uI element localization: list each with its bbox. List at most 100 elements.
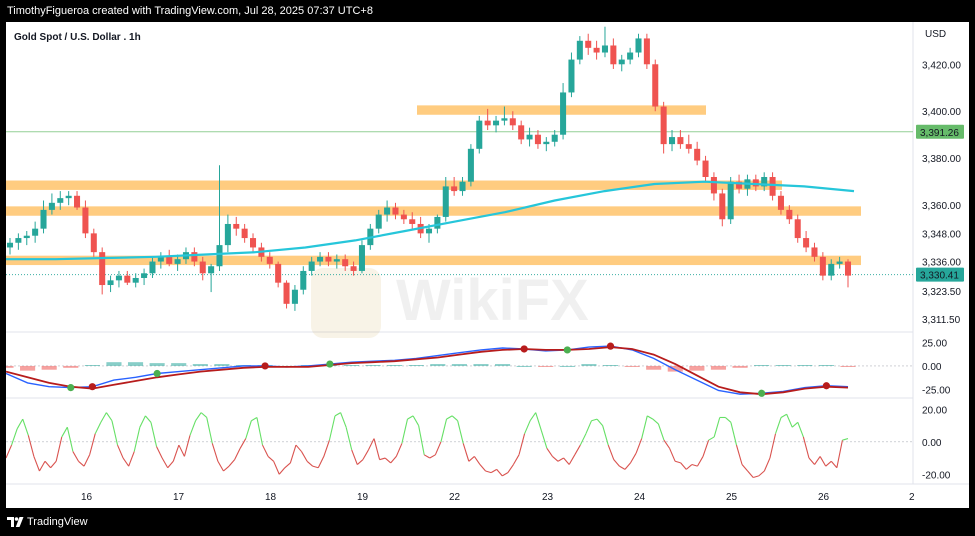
candle-body (216, 245, 223, 267)
currency-label: USD (925, 29, 946, 40)
macd-histogram-bar (63, 365, 79, 368)
cross-marker (520, 345, 528, 353)
candle-body (803, 238, 810, 248)
candle-body (233, 223, 240, 229)
candle-body (6, 242, 14, 248)
candle-body (191, 252, 198, 262)
candle-body (576, 40, 583, 60)
candle-body (568, 59, 575, 93)
candle-body (635, 38, 642, 53)
price-badge-label: 3,391.26 (920, 128, 959, 139)
candle-body (283, 282, 290, 304)
macd-histogram-bar (473, 364, 489, 366)
macd-histogram-bar (84, 365, 100, 366)
macd-axis-tick: -25.00 (922, 386, 951, 397)
candle-body (317, 256, 324, 262)
candle-body (627, 52, 634, 60)
candle-body (149, 261, 156, 274)
cross-marker (758, 389, 766, 397)
candle-body (48, 202, 55, 210)
candle-body (467, 148, 474, 182)
macd-histogram-bar (689, 365, 705, 371)
candle-body (199, 261, 206, 274)
candle-body (702, 160, 709, 177)
candle (652, 59, 659, 112)
bottom-bar: TradingView (0, 508, 975, 536)
candle-body (660, 106, 667, 145)
candle-body (241, 228, 248, 239)
price-axis-tick: 3,380.00 (922, 154, 961, 165)
watermark: WikiFX (311, 268, 589, 338)
candle-body (266, 256, 273, 264)
candle-body (333, 259, 340, 262)
macd-histogram-bar (495, 364, 511, 366)
candle-body (643, 38, 650, 65)
candle-body (141, 273, 148, 278)
macd-histogram-bar (818, 365, 834, 366)
macd-histogram-bar (646, 365, 662, 370)
candle-body (442, 186, 449, 217)
candle-body (375, 214, 382, 229)
candle-body (560, 92, 567, 135)
candle (358, 240, 365, 274)
candle-body (166, 256, 173, 264)
candle-body (224, 223, 231, 246)
price-axis-tick: 3,336.00 (922, 258, 961, 269)
cross-marker (822, 382, 831, 390)
time-axis-tick: 24 (634, 492, 646, 503)
candle-body (493, 120, 500, 126)
candle-body (250, 238, 257, 248)
price-axis-tick: 3,420.00 (922, 60, 961, 71)
macd-histogram-bar (624, 365, 640, 367)
candle-body (501, 118, 508, 121)
macd-histogram-bar (797, 365, 813, 366)
candle-body (115, 275, 122, 281)
candle-body (425, 228, 433, 234)
candle-body (752, 179, 759, 187)
price-badge-label: 3,330.41 (920, 271, 959, 282)
candle-body (543, 141, 550, 145)
candle-body (585, 40, 592, 48)
cross-marker (67, 384, 75, 392)
chart-canvas[interactable]: WikiFX 3,420.00 3,400.00 3,380.00 3,360.00 3,… (6, 22, 969, 508)
tradingview-brand: TradingView (27, 516, 88, 528)
macd-histogram-bar (602, 365, 619, 366)
candle-body (828, 263, 835, 276)
candle-body (677, 137, 684, 145)
cross-marker (326, 360, 334, 368)
candle-body (836, 261, 843, 264)
candle-body (409, 219, 416, 224)
candle-body (459, 181, 466, 192)
macd-histogram-bar (559, 365, 575, 367)
candle-body (325, 256, 332, 262)
time-axis-tick: 25 (726, 492, 738, 503)
candle-body (811, 247, 818, 257)
macd-histogram-bar (6, 365, 14, 368)
candle-body (484, 120, 491, 126)
candle-body (451, 186, 458, 192)
candle-body (82, 207, 89, 234)
candle-body (15, 238, 22, 243)
macd-axis-tick: 0.00 (922, 362, 942, 373)
candle-body (300, 270, 307, 290)
macd-histogram-bar (775, 365, 791, 366)
candle-body (392, 207, 399, 215)
time-axis-tick: 18 (265, 492, 277, 503)
macd-histogram-bar (754, 365, 770, 366)
cross-marker (261, 362, 269, 370)
candle-body (618, 59, 625, 65)
candle-body (476, 120, 483, 149)
candle-body (74, 195, 81, 208)
candle-body (174, 259, 181, 264)
time-axis-tick: 19 (357, 492, 369, 503)
macd-histogram-bar (581, 364, 597, 366)
candle-body (518, 125, 525, 140)
candle-body (291, 289, 298, 304)
price-axis-tick: 3,400.00 (922, 107, 961, 118)
candle-body (132, 277, 139, 283)
candle-body (208, 266, 215, 274)
price-axis-tick: 3,360.00 (922, 201, 961, 212)
macd-histogram-bar (214, 364, 230, 366)
candle-body (844, 261, 852, 276)
oscillator-axis-tick: 0.00 (922, 438, 942, 449)
